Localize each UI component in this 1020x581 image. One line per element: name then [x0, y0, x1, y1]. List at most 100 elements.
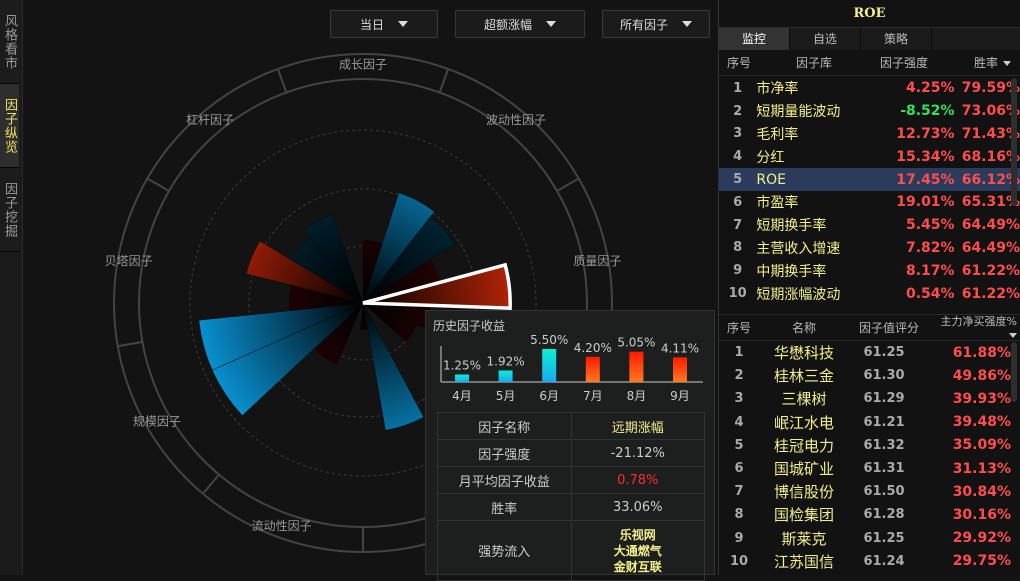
- sector-divider: [438, 68, 450, 93]
- bar-value-label: 1.25%: [443, 359, 481, 373]
- stock-row[interactable]: 2 桂林三金 61.30 49.86%: [719, 364, 1020, 387]
- factor-score: 61.25: [863, 530, 905, 546]
- col-net-buy[interactable]: 主力净买强度%: [929, 313, 1017, 342]
- factor-list: 1 市净率 4.25% 79.59% 2 短期量能波动 -8.52% 73.06%…: [719, 76, 1020, 305]
- factor-row[interactable]: 1 市净率 4.25% 79.59%: [719, 77, 1020, 100]
- right-panel: ROE 监控 自选 策略 序号 因子库 因子强度 胜率 1 市净率 4.25% …: [718, 0, 1020, 575]
- stock-row[interactable]: 6 国城矿业 61.31 31.13%: [719, 457, 1020, 480]
- factor-score: 61.21: [863, 414, 905, 430]
- stock-list-scrollbar[interactable]: [1011, 342, 1017, 402]
- stock-row[interactable]: 1 华懋科技 61.25 61.88%: [719, 341, 1020, 364]
- col-idx: 序号: [726, 320, 751, 335]
- return-bar[interactable]: [585, 356, 600, 382]
- factor-name: 中期换手率: [756, 263, 827, 280]
- factor-row[interactable]: 9 中期换手率 8.17% 61.22%: [719, 259, 1020, 282]
- row-idx: 10: [729, 553, 749, 569]
- net-buy-strength: 39.93%: [952, 390, 1011, 407]
- stock-name: 桂林三金: [773, 367, 834, 386]
- col-score[interactable]: 因子值评分: [849, 319, 929, 336]
- row-idx: 4: [733, 149, 743, 165]
- net-buy-strength: 31.13%: [952, 460, 1011, 477]
- factor-score: 61.28: [863, 507, 905, 523]
- stock-row[interactable]: 5 桂冠电力 61.32 35.09%: [719, 434, 1020, 457]
- stock-row[interactable]: 4 岷江水电 61.21 39.48%: [719, 411, 1020, 434]
- stock-row[interactable]: 7 博信股份 61.50 30.84%: [719, 480, 1020, 503]
- factor-row[interactable]: 4 分红 15.34% 68.16%: [719, 145, 1020, 168]
- period-value: 当日: [359, 17, 384, 32]
- col-factor-lib[interactable]: 因子库: [759, 54, 869, 71]
- row-idx: 6: [734, 461, 744, 476]
- sort-desc-icon: [1009, 333, 1017, 339]
- row-idx: 5: [733, 172, 743, 188]
- stock-name: 博信股份: [773, 483, 834, 502]
- detail-value: 0.78%: [570, 466, 705, 494]
- stock-name: 岷江水电: [773, 413, 834, 432]
- detail-value: 33.06%: [570, 493, 705, 521]
- bar-value-label: 4.11%: [661, 341, 699, 355]
- factor-win-rate: 64.49%: [961, 239, 1020, 256]
- period-dropdown[interactable]: 当日: [330, 10, 438, 38]
- tooltip-title: 历史因子收益: [433, 319, 506, 333]
- tab-watchlist[interactable]: 自选: [790, 28, 861, 50]
- category-label: 杠杆因子: [186, 112, 234, 127]
- factor-name: 分红: [756, 149, 785, 166]
- factor-row[interactable]: 6 市盈率 19.01% 65.31%: [719, 191, 1020, 214]
- sidebar-item-factor-overview[interactable]: 因子纵览: [0, 84, 19, 168]
- factor-name: ROE: [756, 171, 786, 188]
- col-strength[interactable]: 因子强度: [869, 54, 939, 71]
- factor-score: 61.50: [863, 484, 905, 500]
- return-bar[interactable]: [498, 370, 513, 382]
- factor-tooltip: 1.25% 4月 1.92% 5月 5.50% 6月 4.20% 7月 5.05% 8月 4.11%…: [425, 310, 715, 581]
- factor-name: 市净率: [756, 81, 799, 98]
- detail-label: 因子强度: [437, 439, 572, 467]
- detail-row: 因子名称 远期涨幅: [437, 412, 705, 440]
- detail-row: 月平均因子收益 0.78%: [437, 466, 705, 494]
- factor-row[interactable]: 5 ROE 17.45% 66.12%: [719, 168, 1020, 191]
- factor-strength: 7.82%: [906, 239, 955, 256]
- factor-row[interactable]: 7 短期换手率 5.45% 64.49%: [719, 214, 1020, 237]
- net-buy-strength: 29.75%: [952, 553, 1011, 570]
- factor-score: 61.25: [863, 345, 905, 361]
- factor-row[interactable]: 3 毛利率 12.73% 71.43%: [719, 123, 1020, 146]
- stock-name: 华懋科技: [773, 344, 834, 363]
- tab-bar: 监控 自选 策略: [719, 27, 1020, 50]
- stock-row[interactable]: 3 三棵树 61.29 39.93%: [719, 387, 1020, 410]
- factor-row[interactable]: 8 主营收入增速 7.82% 64.49%: [719, 237, 1020, 260]
- factor-row[interactable]: 10 短期涨幅波动 0.54% 61.22%: [719, 282, 1020, 305]
- row-idx: 1: [734, 345, 744, 361]
- detail-row: 胜率 33.06%: [437, 493, 705, 521]
- row-idx: 9: [734, 530, 744, 546]
- category-label: 波动性因子: [486, 113, 546, 127]
- return-bar[interactable]: [542, 349, 557, 382]
- tab-monitor[interactable]: 监控: [719, 28, 790, 50]
- factor-filter-dropdown[interactable]: 所有因子: [602, 10, 710, 38]
- month-label: 9月: [670, 389, 690, 403]
- factor-row[interactable]: 2 短期量能波动 -8.52% 73.06%: [719, 100, 1020, 123]
- sidebar-item-style-market[interactable]: 风格看市: [0, 0, 19, 84]
- inflow-stock: 乐视网: [619, 527, 656, 542]
- month-label: 7月: [583, 389, 603, 403]
- chevron-down-icon: [682, 21, 692, 27]
- return-bar[interactable]: [629, 351, 644, 382]
- factor-win-rate: 61.22%: [961, 285, 1020, 302]
- stock-row[interactable]: 8 国检集团 61.28 30.16%: [719, 503, 1020, 526]
- row-idx: 8: [734, 507, 744, 523]
- factor-list-scrollbar[interactable]: [1011, 78, 1017, 206]
- stock-name: 国城矿业: [773, 460, 834, 478]
- return-bar[interactable]: [455, 374, 469, 383]
- sidebar: 风格看市 因子纵览 因子挖掘: [0, 0, 23, 575]
- stock-row[interactable]: 9 斯莱克 61.25 29.92%: [719, 526, 1020, 549]
- factor-strength: 19.01%: [896, 194, 955, 211]
- sidebar-item-factor-mining[interactable]: 因子挖掘: [0, 168, 19, 252]
- metric-dropdown[interactable]: 超额涨幅: [455, 10, 585, 38]
- col-win-rate[interactable]: 胜率: [939, 54, 1011, 71]
- col-net-buy-label: 主力净买强度%: [940, 314, 1017, 328]
- stock-row[interactable]: 10 江苏国信 61.24 29.75%: [719, 550, 1020, 573]
- row-idx: 5: [734, 437, 744, 453]
- return-bar[interactable]: [673, 357, 687, 382]
- row-idx: 2: [733, 103, 743, 119]
- sort-desc-icon: [1003, 61, 1011, 66]
- factor-strength: 5.45%: [906, 217, 955, 234]
- tab-strategy[interactable]: 策略: [861, 28, 932, 50]
- detail-label: 月平均因子收益: [437, 466, 572, 494]
